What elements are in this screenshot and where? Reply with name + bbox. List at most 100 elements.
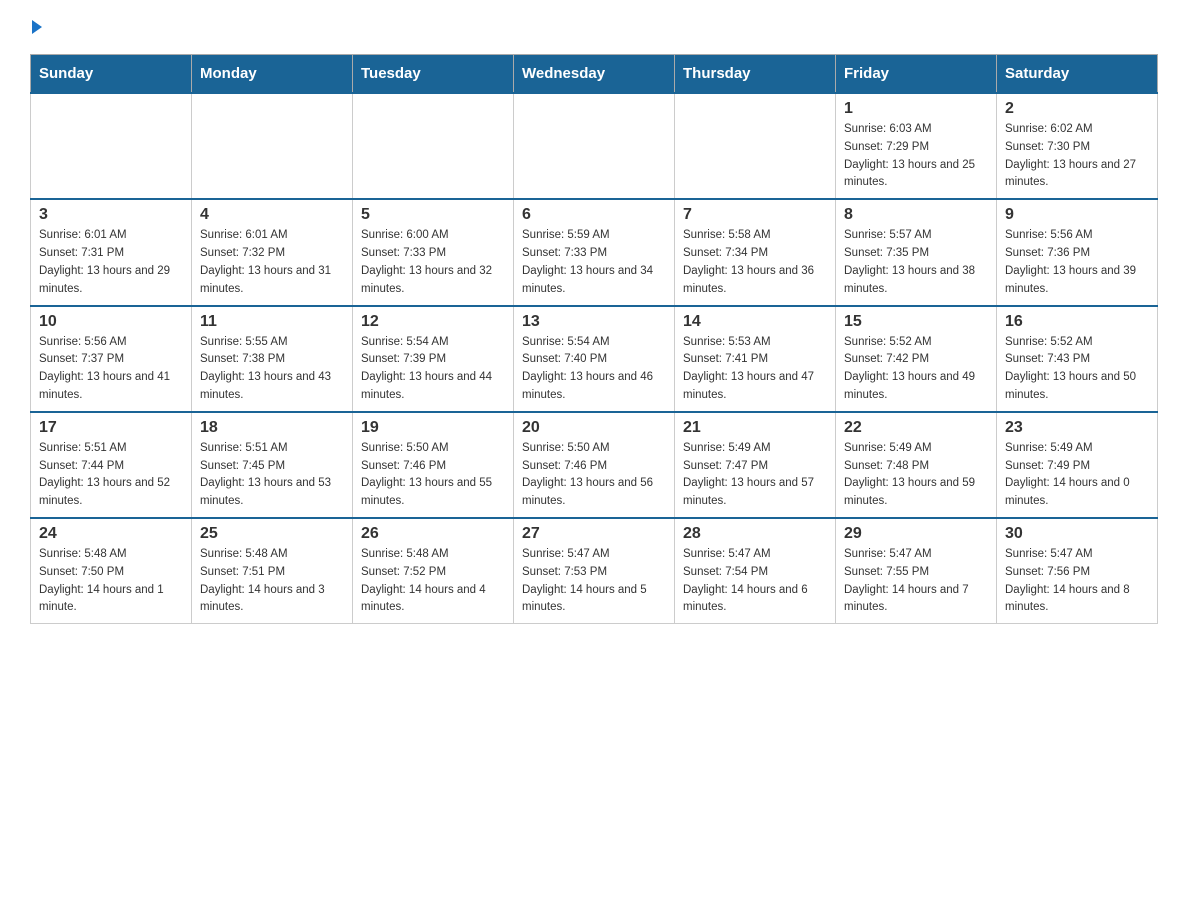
day-info-line: Sunset: 7:35 PM <box>844 247 929 259</box>
day-info: Sunrise: 5:50 AMSunset: 7:46 PMDaylight:… <box>522 440 666 511</box>
col-thursday: Thursday <box>675 55 836 94</box>
day-info-line: Sunrise: 5:47 AM <box>844 548 932 560</box>
table-cell: 2 Sunrise: 6:02 AMSunset: 7:30 PMDayligh… <box>997 93 1158 199</box>
day-number: 16 <box>1005 313 1149 331</box>
day-info-line: Sunrise: 5:51 AM <box>200 442 288 454</box>
table-cell: 7 Sunrise: 5:58 AMSunset: 7:34 PMDayligh… <box>675 199 836 305</box>
day-info: Sunrise: 5:49 AMSunset: 7:49 PMDaylight:… <box>1005 440 1149 511</box>
day-info-line: Sunset: 7:31 PM <box>39 247 124 259</box>
day-info-line: Sunrise: 5:50 AM <box>522 442 610 454</box>
day-info: Sunrise: 5:48 AMSunset: 7:51 PMDaylight:… <box>200 546 344 617</box>
calendar-table: Sunday Monday Tuesday Wednesday Thursday… <box>30 54 1158 624</box>
page-header <box>30 20 1158 36</box>
day-info-line: Sunrise: 5:52 AM <box>844 336 932 348</box>
day-info-line: Sunrise: 5:48 AM <box>39 548 127 560</box>
day-info: Sunrise: 5:49 AMSunset: 7:48 PMDaylight:… <box>844 440 988 511</box>
day-number: 4 <box>200 206 344 224</box>
day-info-line: Sunset: 7:54 PM <box>683 566 768 578</box>
table-cell: 24 Sunrise: 5:48 AMSunset: 7:50 PMDaylig… <box>31 518 192 624</box>
day-info: Sunrise: 6:00 AMSunset: 7:33 PMDaylight:… <box>361 227 505 298</box>
day-info-line: Sunset: 7:50 PM <box>39 566 124 578</box>
col-tuesday: Tuesday <box>353 55 514 94</box>
day-info-line: Daylight: 13 hours and 27 minutes. <box>1005 159 1136 189</box>
col-saturday: Saturday <box>997 55 1158 94</box>
table-cell <box>192 93 353 199</box>
day-info-line: Daylight: 13 hours and 43 minutes. <box>200 371 331 401</box>
day-info-line: Sunset: 7:37 PM <box>39 353 124 365</box>
week-row-2: 3 Sunrise: 6:01 AMSunset: 7:31 PMDayligh… <box>31 199 1158 305</box>
day-number: 11 <box>200 313 344 331</box>
day-info-line: Sunrise: 5:47 AM <box>522 548 610 560</box>
table-cell: 4 Sunrise: 6:01 AMSunset: 7:32 PMDayligh… <box>192 199 353 305</box>
day-info-line: Sunrise: 5:57 AM <box>844 229 932 241</box>
day-info: Sunrise: 5:51 AM Sunset: 7:44 PM Daylight:… <box>39 440 183 511</box>
day-info-line: Daylight: 13 hours and 46 minutes. <box>522 371 653 401</box>
logo-arrow-icon <box>32 20 42 34</box>
day-info-line: Sunrise: 5:55 AM <box>200 336 288 348</box>
week-row-3: 10 Sunrise: 5:56 AMSunset: 7:37 PMDaylig… <box>31 306 1158 412</box>
table-cell <box>353 93 514 199</box>
day-number: 21 <box>683 419 827 437</box>
day-number: 15 <box>844 313 988 331</box>
day-info-line: Sunrise: 6:03 AM <box>844 123 932 135</box>
day-info-line: Sunrise: 5:51 AM <box>39 442 127 454</box>
table-cell: 9 Sunrise: 5:56 AMSunset: 7:36 PMDayligh… <box>997 199 1158 305</box>
day-info-line: Sunset: 7:29 PM <box>844 141 929 153</box>
day-number: 29 <box>844 525 988 543</box>
day-info-line: Sunrise: 5:54 AM <box>522 336 610 348</box>
table-cell: 1 Sunrise: 6:03 AMSunset: 7:29 PMDayligh… <box>836 93 997 199</box>
day-info-line: Sunset: 7:32 PM <box>200 247 285 259</box>
day-number: 20 <box>522 419 666 437</box>
day-info-line: Daylight: 13 hours and 49 minutes. <box>844 371 975 401</box>
day-number: 27 <box>522 525 666 543</box>
day-info-line: Sunrise: 5:49 AM <box>844 442 932 454</box>
day-info-line: Sunrise: 5:56 AM <box>1005 229 1093 241</box>
table-cell: 27 Sunrise: 5:47 AMSunset: 7:53 PMDaylig… <box>514 518 675 624</box>
table-cell: 29 Sunrise: 5:47 AMSunset: 7:55 PMDaylig… <box>836 518 997 624</box>
day-info-line: Sunrise: 5:52 AM <box>1005 336 1093 348</box>
day-number: 7 <box>683 206 827 224</box>
day-info-line: Sunset: 7:39 PM <box>361 353 446 365</box>
day-number: 1 <box>844 100 988 118</box>
calendar-header-row: Sunday Monday Tuesday Wednesday Thursday… <box>31 55 1158 94</box>
table-cell <box>675 93 836 199</box>
day-number: 14 <box>683 313 827 331</box>
day-info-line: Daylight: 13 hours and 34 minutes. <box>522 265 653 295</box>
logo <box>30 20 42 36</box>
table-cell: 23 Sunrise: 5:49 AMSunset: 7:49 PMDaylig… <box>997 412 1158 518</box>
table-cell: 19 Sunrise: 5:50 AMSunset: 7:46 PMDaylig… <box>353 412 514 518</box>
day-info-line: Sunset: 7:46 PM <box>361 460 446 472</box>
day-info: Sunrise: 5:47 AMSunset: 7:55 PMDaylight:… <box>844 546 988 617</box>
day-info-line: Sunset: 7:44 PM <box>39 460 124 472</box>
day-number: 22 <box>844 419 988 437</box>
day-number: 25 <box>200 525 344 543</box>
table-cell: 20 Sunrise: 5:50 AMSunset: 7:46 PMDaylig… <box>514 412 675 518</box>
table-cell: 21 Sunrise: 5:49 AMSunset: 7:47 PMDaylig… <box>675 412 836 518</box>
day-info-line: Sunset: 7:30 PM <box>1005 141 1090 153</box>
day-number: 9 <box>1005 206 1149 224</box>
day-info: Sunrise: 6:01 AMSunset: 7:32 PMDaylight:… <box>200 227 344 298</box>
col-monday: Monday <box>192 55 353 94</box>
day-number: 26 <box>361 525 505 543</box>
day-number: 5 <box>361 206 505 224</box>
table-cell: 22 Sunrise: 5:49 AMSunset: 7:48 PMDaylig… <box>836 412 997 518</box>
day-info: Sunrise: 6:02 AMSunset: 7:30 PMDaylight:… <box>1005 121 1149 192</box>
day-info-line: Sunrise: 5:47 AM <box>683 548 771 560</box>
day-info-line: Sunrise: 5:47 AM <box>1005 548 1093 560</box>
day-info-line: Daylight: 13 hours and 52 minutes. <box>39 477 170 507</box>
day-info-line: Daylight: 13 hours and 50 minutes. <box>1005 371 1136 401</box>
table-cell: 10 Sunrise: 5:56 AMSunset: 7:37 PMDaylig… <box>31 306 192 412</box>
day-info: Sunrise: 5:55 AMSunset: 7:38 PMDaylight:… <box>200 334 344 405</box>
table-cell: 12 Sunrise: 5:54 AMSunset: 7:39 PMDaylig… <box>353 306 514 412</box>
day-info-line: Daylight: 13 hours and 55 minutes. <box>361 477 492 507</box>
day-info-line: Sunset: 7:33 PM <box>361 247 446 259</box>
day-info-line: Sunrise: 5:49 AM <box>683 442 771 454</box>
day-info-line: Sunset: 7:48 PM <box>844 460 929 472</box>
day-info-line: Sunset: 7:34 PM <box>683 247 768 259</box>
col-friday: Friday <box>836 55 997 94</box>
day-info-line: Sunset: 7:33 PM <box>522 247 607 259</box>
table-cell: 26 Sunrise: 5:48 AMSunset: 7:52 PMDaylig… <box>353 518 514 624</box>
day-info-line: Sunrise: 5:59 AM <box>522 229 610 241</box>
day-number: 17 <box>39 419 183 437</box>
day-number: 24 <box>39 525 183 543</box>
